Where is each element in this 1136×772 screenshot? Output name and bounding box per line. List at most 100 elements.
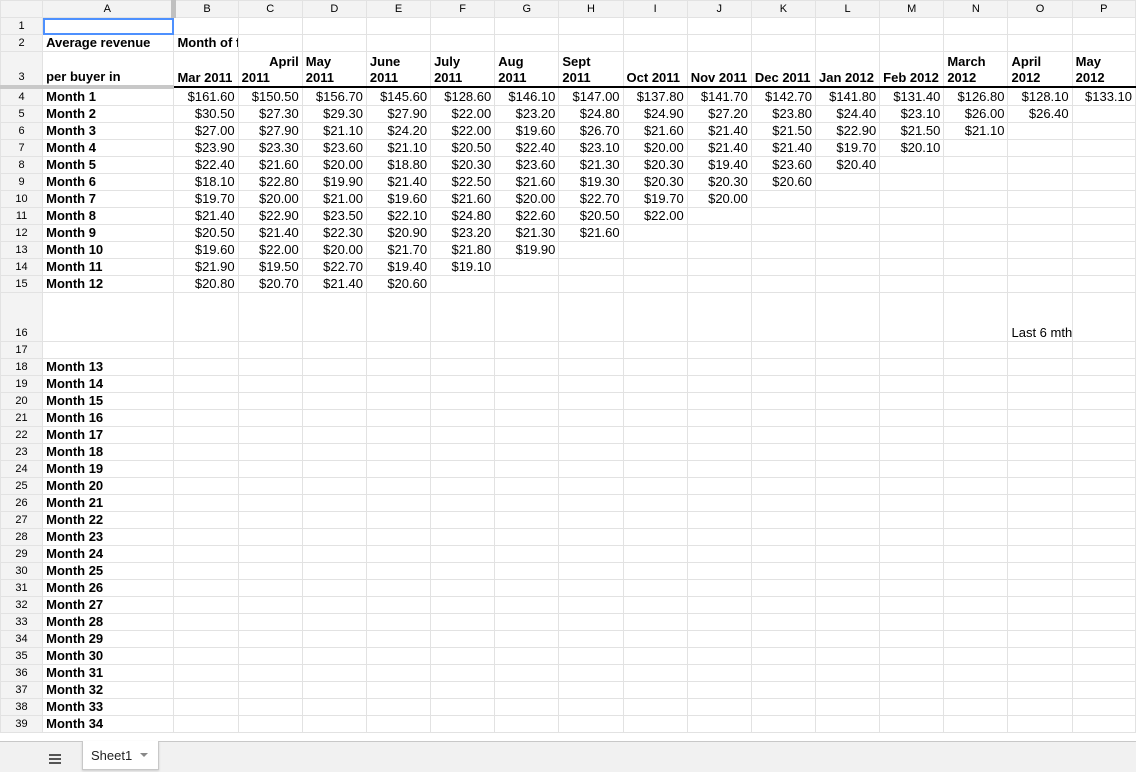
cell[interactable] [1007, 156, 1073, 174]
cell[interactable] [558, 34, 624, 52]
revenue-cell[interactable]: $21.10 [365, 139, 432, 157]
cell[interactable] [686, 207, 752, 225]
cell[interactable] [622, 562, 688, 580]
revenue-cell[interactable]: $126.80 [943, 86, 1009, 106]
revenue-cell[interactable]: $22.90 [815, 122, 881, 140]
cell[interactable] [430, 545, 496, 563]
row-label-cell[interactable]: Month 15 [42, 392, 175, 410]
cell[interactable] [365, 34, 432, 52]
cell[interactable] [750, 275, 817, 293]
cell[interactable] [558, 715, 624, 733]
cell[interactable] [1007, 258, 1073, 276]
cell[interactable] [622, 426, 688, 444]
revenue-cell[interactable]: $21.30 [558, 156, 624, 174]
cell[interactable] [1071, 528, 1136, 546]
cell[interactable] [879, 613, 945, 631]
cell[interactable] [686, 528, 752, 546]
row-label-cell[interactable]: Month 12 [42, 275, 175, 293]
cell[interactable] [943, 358, 1009, 376]
cell[interactable] [1071, 630, 1136, 648]
cell[interactable] [879, 698, 945, 716]
cell[interactable] [237, 426, 303, 444]
cell[interactable] [237, 375, 303, 393]
cell[interactable] [750, 681, 817, 699]
cell[interactable] [237, 528, 303, 546]
revenue-cell[interactable]: $22.70 [558, 190, 624, 208]
cell[interactable] [686, 426, 752, 444]
month-header-cell[interactable]: Dec 2011 [750, 51, 817, 88]
cell[interactable] [1007, 426, 1073, 444]
row-header[interactable]: 19 [0, 375, 44, 393]
cell[interactable] [815, 715, 881, 733]
select-all-corner[interactable] [0, 0, 44, 18]
revenue-cell[interactable]: $19.60 [173, 241, 239, 259]
cell[interactable] [1007, 17, 1073, 35]
revenue-cell[interactable]: $22.50 [430, 173, 496, 191]
cell[interactable] [622, 392, 688, 410]
cell[interactable] [558, 562, 624, 580]
cell[interactable] [879, 392, 945, 410]
cell[interactable] [494, 664, 560, 682]
row-label-cell[interactable]: Month 19 [42, 460, 175, 478]
cell[interactable] [750, 341, 817, 359]
cell[interactable] [686, 358, 752, 376]
cell[interactable] [686, 409, 752, 427]
cell[interactable] [879, 562, 945, 580]
row-label-cell[interactable]: Month 5 [42, 156, 175, 174]
cell[interactable] [815, 681, 881, 699]
row-label-cell[interactable]: Month 23 [42, 528, 175, 546]
revenue-cell[interactable]: $30.50 [173, 105, 239, 123]
revenue-cell[interactable]: $20.10 [879, 139, 945, 157]
cell[interactable] [1071, 275, 1136, 293]
row-label-cell[interactable]: Month 28 [42, 613, 175, 631]
cell[interactable] [301, 443, 367, 461]
revenue-cell[interactable]: $21.40 [686, 139, 752, 157]
cell[interactable] [301, 698, 367, 716]
month-header-cell[interactable]: April 2012 [1007, 51, 1073, 88]
revenue-cell[interactable]: $141.70 [686, 86, 752, 106]
cell[interactable] [622, 375, 688, 393]
cell[interactable] [301, 528, 367, 546]
cell[interactable] [558, 477, 624, 495]
cell[interactable] [1007, 681, 1073, 699]
row-label-cell[interactable]: per buyer in [42, 51, 175, 89]
cell[interactable] [430, 715, 496, 733]
cell[interactable] [1007, 224, 1073, 242]
cell[interactable] [750, 292, 817, 342]
cell[interactable] [943, 698, 1009, 716]
cell[interactable] [686, 460, 752, 478]
cell[interactable] [943, 528, 1009, 546]
cell[interactable] [494, 426, 560, 444]
revenue-cell[interactable]: $23.10 [558, 139, 624, 157]
cell[interactable] [815, 511, 881, 529]
revenue-cell[interactable]: $22.10 [365, 207, 432, 225]
cell[interactable] [943, 34, 1009, 52]
spreadsheet-grid[interactable]: ABCDEFGHIJKLMNOP 1 2 Average revenue Month … [0, 0, 1136, 741]
month-header-cell[interactable]: Feb 2012 [879, 51, 945, 88]
column-header-j[interactable]: J [686, 0, 752, 18]
cell[interactable] [1007, 647, 1073, 665]
revenue-cell[interactable]: $18.80 [365, 156, 432, 174]
row-label-cell[interactable]: Month 34 [42, 715, 175, 733]
cell[interactable] [1007, 207, 1073, 225]
revenue-cell[interactable]: $21.00 [301, 190, 367, 208]
cell[interactable] [494, 358, 560, 376]
cell[interactable] [173, 647, 239, 665]
row-label-cell[interactable]: Month 21 [42, 494, 175, 512]
cell[interactable] [173, 443, 239, 461]
cell[interactable] [42, 341, 175, 359]
cell[interactable] [686, 596, 752, 614]
cell[interactable] [815, 477, 881, 495]
cell[interactable] [943, 460, 1009, 478]
cell[interactable] [879, 358, 945, 376]
revenue-cell[interactable]: $22.70 [301, 258, 367, 276]
cell[interactable] [365, 698, 432, 716]
column-header-a[interactable]: A [42, 0, 177, 18]
row-header[interactable]: 13 [0, 241, 44, 259]
cell[interactable] [943, 443, 1009, 461]
cell[interactable] [301, 292, 367, 342]
row-label-cell[interactable]: Month 16 [42, 409, 175, 427]
cell[interactable] [430, 358, 496, 376]
cell[interactable] [365, 477, 432, 495]
cell[interactable] [301, 545, 367, 563]
